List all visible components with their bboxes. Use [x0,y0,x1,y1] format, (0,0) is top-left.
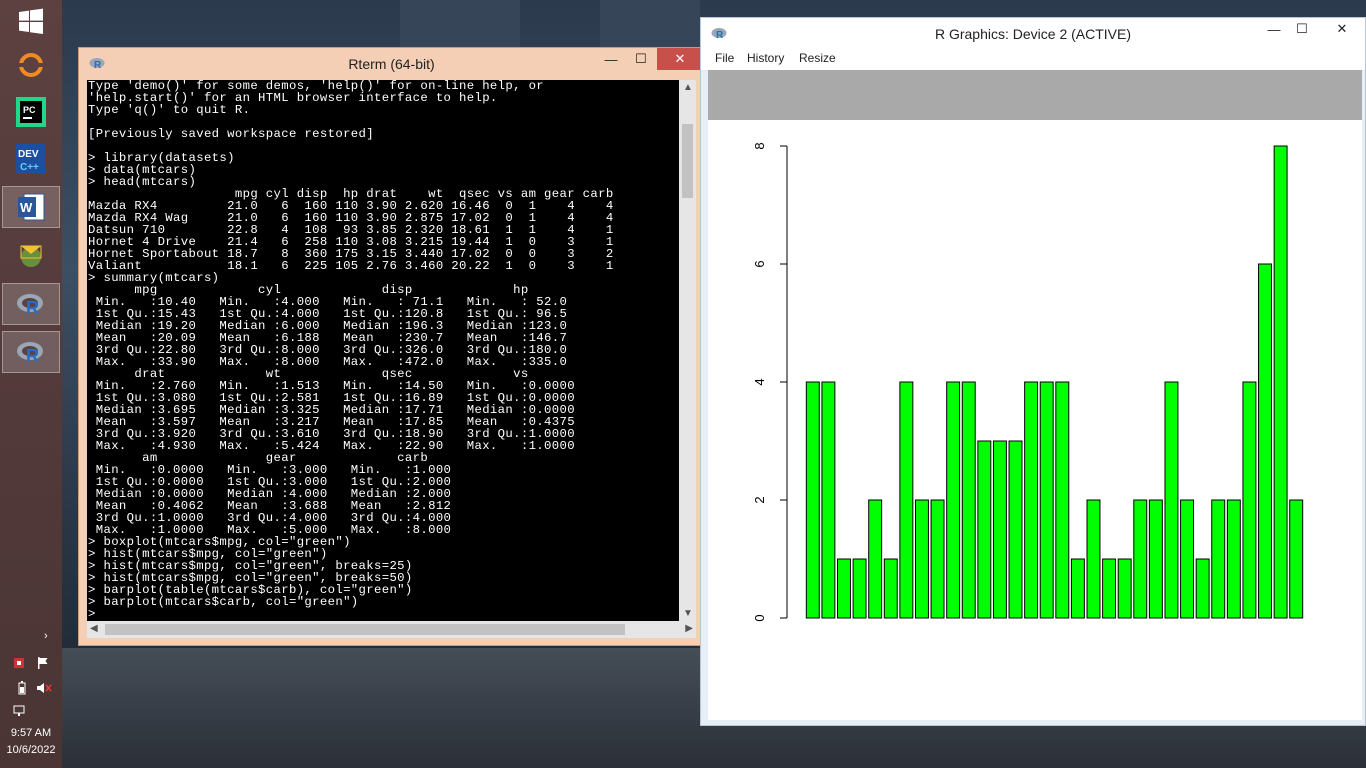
scroll-thumb[interactable] [682,124,693,198]
bar [1102,558,1117,619]
console-text: Type 'demo()' for some demos, 'help()' f… [88,80,614,621]
minimize-button[interactable]: — [1259,18,1289,40]
bar [1008,440,1023,619]
tray-expand-icon[interactable]: › [44,630,48,642]
scroll-right-icon[interactable]: ▶ [685,623,693,634]
menu-resize[interactable]: Resize [799,51,836,65]
y-tick-label: 6 [752,260,767,267]
horizontal-scrollbar[interactable]: ◀ ▶ [87,621,696,638]
flag-icon[interactable] [36,656,50,673]
bar [1055,381,1070,619]
bar [899,381,914,619]
bar [1070,558,1085,619]
console-output[interactable]: Type 'demo()' for some demos, 'help()' f… [87,80,696,621]
taskbar: PC DEV C++ W R R › 9:57 AM 10/6/2022 [0,0,62,768]
bar [914,499,929,619]
bar [852,558,867,619]
scroll-left-icon[interactable]: ◀ [90,623,98,634]
bar [1117,558,1132,619]
menu-file[interactable]: File [715,51,734,65]
rterm-titlebar[interactable]: R Rterm (64-bit) — ☐ ✕ [79,48,704,78]
svg-text:W: W [20,200,33,215]
bar [1133,499,1148,619]
bar [946,381,961,619]
menu-history[interactable]: History [747,51,784,65]
orange-app-icon[interactable] [14,48,48,82]
bar [837,558,851,619]
bar [1195,558,1210,619]
vertical-scrollbar[interactable]: ▲ ▼ [679,80,696,621]
svg-text:DEV: DEV [18,149,39,160]
r-icon-2[interactable]: R [2,331,60,373]
bar [1086,499,1101,619]
bar [1180,499,1195,619]
bar [1258,263,1272,619]
maximize-button[interactable]: ☐ [1287,18,1317,40]
volume-muted-icon[interactable] [36,681,52,698]
bar [805,381,820,619]
bar [1148,499,1163,619]
rterm-window: R Rterm (64-bit) — ☐ ✕ Type 'demo()' for… [78,47,705,646]
bar [1273,145,1288,619]
bar [1211,499,1226,619]
svg-text:C++: C++ [20,162,39,173]
clock-time[interactable]: 9:57 AM [0,727,62,739]
menu-bar: File History Resize [701,48,1365,70]
battery-icon[interactable] [16,681,28,698]
maximize-button[interactable]: ☐ [626,48,656,70]
bar [1164,381,1179,619]
close-button[interactable]: ✕ [657,48,703,70]
graphics-titlebar[interactable]: R R Graphics: Device 2 (ACTIVE) — ☐ ✕ [701,18,1365,48]
r-graphics-window: R R Graphics: Device 2 (ACTIVE) — ☐ ✕ Fi… [700,17,1366,726]
wifi-icon[interactable] [12,704,28,721]
devcpp-icon[interactable]: DEV C++ [14,142,48,176]
bar [1226,499,1241,619]
svg-text:R: R [26,346,39,364]
bar [961,381,976,619]
r-icon[interactable]: R [2,283,60,325]
bar [1024,381,1039,619]
bar-chart: 0 2 4 6 8 [752,142,1304,622]
bar [992,440,1007,619]
bar [868,499,883,619]
y-tick-label: 2 [752,496,767,503]
mail-app-icon[interactable] [14,238,48,272]
bar [930,499,945,619]
bar [1242,381,1257,619]
bar [977,440,992,619]
bar [821,381,836,619]
pycharm-icon[interactable]: PC [14,95,48,129]
scroll-down-icon[interactable]: ▼ [683,608,693,619]
bar [883,558,898,619]
y-tick-label: 8 [752,142,767,149]
windows-start-icon[interactable] [14,4,48,38]
backdrop-building [600,0,700,48]
svg-text:PC: PC [23,105,36,115]
y-tick-label: 0 [752,614,767,621]
bar [1039,381,1054,619]
word-icon[interactable]: W [2,186,60,228]
y-tick-label: 4 [752,378,767,385]
network-tray-icon[interactable] [12,656,26,673]
clock-date[interactable]: 10/6/2022 [0,744,62,756]
minimize-button[interactable]: — [596,48,626,70]
close-button[interactable]: ✕ [1327,18,1357,40]
plot-area: 0 2 4 6 8 [708,120,1362,720]
bar [1289,499,1304,619]
scroll-up-icon[interactable]: ▲ [683,82,693,93]
plot-header-area [708,70,1362,120]
svg-text:R: R [26,298,39,316]
scroll-thumb[interactable] [105,624,625,635]
